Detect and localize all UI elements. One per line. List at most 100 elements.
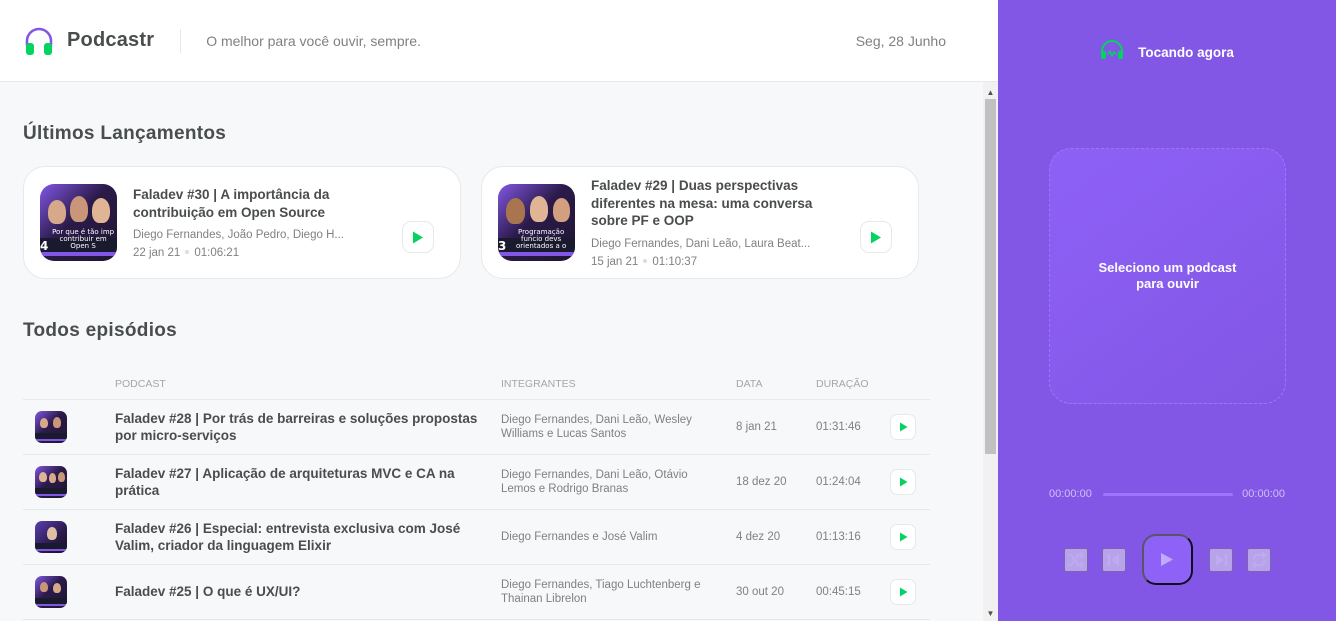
date-column-header: Data [736, 371, 816, 400]
episode-title[interactable]: Faladev #30 | A importância da contribui… [133, 186, 387, 221]
play-icon [899, 532, 907, 541]
episode-title[interactable]: Faladev #27 | Aplicação de arquiteturas … [115, 454, 501, 510]
separator-dot [185, 249, 190, 254]
empty-player-text: Seleciono um podcast para ouvir [1098, 260, 1237, 291]
empty-player-box: Seleciono um podcast para ouvir [1049, 148, 1286, 404]
player-heading: Tocando agora [1138, 45, 1234, 60]
episode-thumbnail[interactable] [35, 410, 67, 443]
logo[interactable]: Podcastr [23, 25, 154, 57]
app-name: Podcastr [67, 29, 155, 51]
latest-heading: Últimos Lançamentos [23, 123, 227, 144]
episode-meta: 22 jan 21 01:06:21 [133, 247, 387, 259]
episode-duration: 01:10:37 [652, 255, 698, 268]
main-area: Podcastr O melhor para você ouvir, sempr… [0, 0, 998, 621]
episode-duration: 01:13:16 [816, 509, 890, 565]
all-episodes-heading: Todos episódios [23, 320, 178, 341]
episode-members: Diego Fernandes, Dani Leão, Wesley Willi… [501, 399, 736, 455]
header-divider [180, 28, 182, 53]
play-icon [871, 231, 881, 243]
scroll-down-arrow-icon[interactable]: ▼ [983, 605, 998, 621]
episode-members: Diego Fernandes, Dani Leão, Otávio Lemos… [501, 454, 736, 510]
episode-duration: 00:45:15 [816, 564, 890, 620]
repeat-icon [1251, 551, 1266, 568]
episode-duration: 01:06:21 [194, 247, 240, 259]
episode-title[interactable]: Faladev #25 | O que é UX/UI? [115, 564, 501, 620]
episode-members: Diego Fernandes, João Pedro, Diego H... [133, 229, 344, 241]
previous-button[interactable] [1101, 547, 1126, 572]
play-button[interactable] [402, 221, 434, 253]
episode-card[interactable]: Programação funcio devs orientados a o 3… [481, 166, 919, 279]
repeat-button[interactable] [1246, 547, 1271, 572]
header: Podcastr O melhor para você ouvir, sempr… [0, 0, 998, 82]
thumbnail-caption: Programação funcio devs orientados a o [515, 228, 567, 251]
episode-members: Diego Fernandes, Dani Leão, Laura Beat..… [591, 237, 811, 250]
episode-duration: 01:31:46 [816, 399, 890, 455]
episode-date: 15 jan 21 [591, 255, 639, 268]
headphones-icon [23, 25, 55, 57]
episode-title[interactable]: Faladev #26 | Especial: entrevista exclu… [115, 509, 501, 565]
episode-date: 4 dez 20 [736, 509, 816, 565]
episode-info: Faladev #29 | Duas perspectivas diferent… [591, 177, 845, 268]
play-button[interactable] [890, 578, 916, 605]
table-row[interactable]: Faladev #27 | Aplicação de arquiteturas … [23, 454, 930, 510]
episodes-table: Podcast Integrantes Data Duração Faladev… [23, 371, 930, 620]
episode-title[interactable]: Faladev #29 | Duas perspectivas diferent… [591, 177, 845, 230]
play-button[interactable] [890, 523, 916, 550]
app: Podcastr O melhor para você ouvir, sempr… [0, 0, 1336, 621]
now-playing-icon [1100, 40, 1124, 65]
current-time: 00:00:00 [1049, 488, 1092, 500]
table-row[interactable]: Faladev #25 | O que é UX/UI? Diego Ferna… [23, 564, 930, 620]
thumb-column-header [23, 371, 115, 400]
action-column-header [890, 371, 930, 400]
play-icon [899, 422, 907, 431]
play-button[interactable] [860, 221, 892, 253]
play-icon [413, 231, 423, 243]
table-row[interactable]: Faladev #26 | Especial: entrevista exclu… [23, 509, 930, 565]
latest-episodes: Por que é tão imp contribuir em Open S 4… [23, 166, 930, 279]
previous-icon [1107, 553, 1119, 566]
episode-date: 22 jan 21 [133, 247, 181, 259]
play-button[interactable] [890, 413, 916, 440]
thumbnail-caption: Por que é tão imp contribuir em Open S [52, 228, 115, 251]
player-header: Tocando agora [998, 40, 1336, 65]
duration-column-header: Duração [816, 371, 890, 400]
shuffle-button[interactable] [1063, 547, 1088, 572]
current-date: Seg, 28 Junho [855, 32, 946, 49]
scroll-up-arrow-icon[interactable]: ▲ [983, 84, 998, 100]
episode-date: 18 dez 20 [736, 454, 816, 510]
progress-area: 00:00:00 00:00:00 [1049, 488, 1285, 500]
progress-slider[interactable] [1102, 492, 1234, 496]
episode-title[interactable]: Faladev #28 | Por trás de barreiras e so… [115, 399, 501, 455]
total-time: 00:00:00 [1242, 488, 1285, 500]
play-icon [1161, 553, 1173, 566]
episode-card[interactable]: Por que é tão imp contribuir em Open S 4… [23, 166, 461, 279]
episode-members: Diego Fernandes e José Valim [501, 509, 736, 565]
episode-date: 8 jan 21 [736, 399, 816, 455]
shuffle-icon [1066, 551, 1084, 568]
episode-info: Faladev #30 | A importância da contribui… [133, 186, 387, 259]
episode-meta: 15 jan 21 01:10:37 [591, 256, 845, 268]
play-button[interactable] [890, 468, 916, 495]
members-column-header: Integrantes [501, 371, 736, 400]
episode-thumbnail[interactable] [35, 465, 67, 498]
play-pause-button[interactable] [1141, 534, 1193, 585]
thumbnail-number: 4 [40, 239, 49, 254]
thumbnail-number: 3 [498, 239, 507, 254]
episode-members: Diego Fernandes, Tiago Luchtenberg e Tha… [501, 564, 736, 620]
separator-dot [643, 258, 648, 263]
player: Tocando agora Seleciono um podcast para … [998, 0, 1336, 621]
episode-thumbnail[interactable] [35, 520, 67, 553]
episode-thumbnail[interactable]: Programação funcio devs orientados a o 3 [498, 184, 575, 261]
episode-date: 30 out 20 [736, 564, 816, 620]
episode-thumbnail[interactable]: Por que é tão imp contribuir em Open S 4 [40, 184, 117, 261]
podcast-column-header: Podcast [115, 371, 501, 400]
table-header-row: Podcast Integrantes Data Duração [23, 371, 930, 400]
vertical-scrollbar[interactable]: ▲ ▼ [983, 82, 998, 621]
play-icon [899, 587, 907, 596]
scrollbar-thumb[interactable] [985, 99, 996, 454]
table-row[interactable]: Faladev #28 | Por trás de barreiras e so… [23, 399, 930, 455]
episode-thumbnail[interactable] [35, 575, 67, 608]
player-controls [998, 534, 1336, 585]
next-icon [1215, 553, 1227, 566]
next-button[interactable] [1208, 547, 1233, 572]
